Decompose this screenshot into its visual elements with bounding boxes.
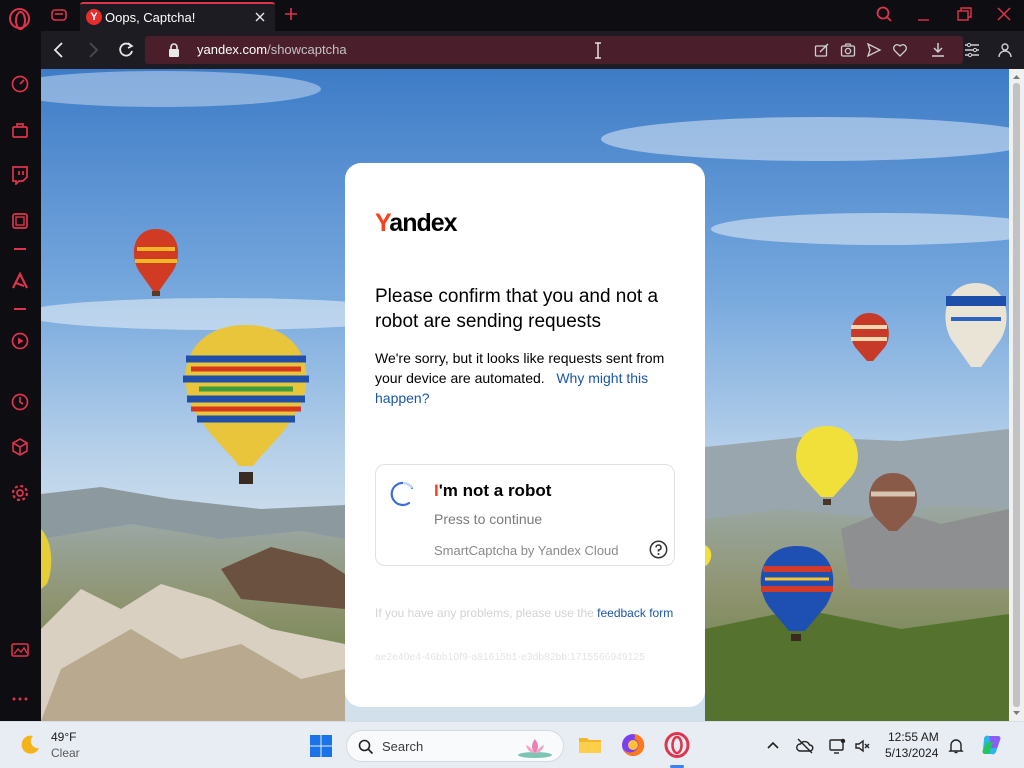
edit-icon[interactable] <box>814 42 830 58</box>
taskbar: 49°F Clear Search 12:55 AM 5/13/2024 <box>0 721 1024 768</box>
sidebar-separator <box>14 308 26 310</box>
feedback-form-link[interactable]: feedback form <box>597 606 673 620</box>
snapshot-icon[interactable] <box>840 42 856 58</box>
yandex-logo[interactable]: Yandex <box>375 209 458 238</box>
smartcaptcha-brand: SmartCaptcha by Yandex Cloud <box>434 543 619 558</box>
speed-dial-icon[interactable] <box>10 74 30 94</box>
lock-icon[interactable] <box>167 42 181 58</box>
page-scrollbar[interactable] <box>1009 69 1024 721</box>
download-icon[interactable] <box>929 41 947 59</box>
help-icon[interactable] <box>649 540 668 559</box>
sidebar-separator <box>14 248 26 250</box>
tab-islands-icon[interactable] <box>50 6 68 24</box>
player-icon[interactable] <box>10 331 30 351</box>
clock-time[interactable]: 12:55 AM <box>888 730 939 744</box>
new-tab-button[interactable] <box>282 5 300 23</box>
minimize-button[interactable] <box>913 5 935 25</box>
more-icon[interactable] <box>10 689 30 709</box>
easy-setup-icon[interactable] <box>963 41 981 59</box>
tab-search-icon[interactable] <box>873 5 895 25</box>
not-a-robot-label[interactable]: I'm not a robot <box>434 481 551 501</box>
back-button[interactable] <box>49 40 69 60</box>
url-field[interactable]: yandex.com/showcaptcha <box>145 36 963 64</box>
opera-menu-icon[interactable] <box>9 8 30 30</box>
address-bar: yandex.com/showcaptcha <box>41 31 1024 69</box>
opera-taskbar-icon[interactable] <box>664 732 690 758</box>
display-network-icon[interactable] <box>828 737 846 755</box>
reload-button[interactable] <box>116 40 136 60</box>
problem-text: If you have any problems, please use the… <box>375 606 674 620</box>
pinboard-icon[interactable] <box>10 640 30 660</box>
profile-icon[interactable] <box>996 41 1014 59</box>
tab-close-icon[interactable] <box>251 8 269 26</box>
heart-icon[interactable] <box>892 42 908 58</box>
shop-icon[interactable] <box>10 120 30 140</box>
captcha-description: We're sorry, but it looks like requests … <box>375 350 665 406</box>
volume-muted-icon[interactable] <box>853 737 871 755</box>
history-icon[interactable] <box>10 392 30 412</box>
lotus-search-highlight-icon <box>515 735 555 759</box>
extensions-icon[interactable] <box>10 437 30 457</box>
restore-button[interactable] <box>953 5 975 25</box>
weather-temperature[interactable]: 49°F <box>51 730 76 744</box>
settings-icon[interactable] <box>10 483 30 503</box>
not-a-robot-checkbox[interactable]: I'm not a robot Press to continue SmartC… <box>375 464 675 566</box>
press-to-continue-label: Press to continue <box>434 511 543 527</box>
loading-spinner-icon <box>390 481 416 507</box>
search-icon <box>358 739 374 755</box>
show-hidden-icons-chevron-icon[interactable] <box>764 737 782 755</box>
tab-bar: Y Oops, Captcha! <box>0 0 1024 31</box>
moon-weather-icon[interactable] <box>18 733 42 757</box>
windows-start-button[interactable] <box>309 734 333 758</box>
send-icon[interactable] <box>866 42 882 58</box>
text-cursor-icon <box>593 42 603 59</box>
tab-title: Oops, Captcha! <box>105 10 196 25</box>
taskbar-search-box[interactable]: Search <box>346 730 564 762</box>
url-text[interactable]: yandex.com/showcaptcha <box>197 42 347 57</box>
captcha-request-id: ae2e40e4-46bb10f9-a81615b1-e3db82bb:1715… <box>375 652 646 663</box>
weather-condition[interactable]: Clear <box>51 746 80 760</box>
scroll-thumb[interactable] <box>1013 83 1020 707</box>
close-window-button[interactable] <box>993 5 1015 25</box>
page-viewport: Yandex Please confirm that you and not a… <box>41 69 1009 721</box>
sidebar <box>0 31 41 721</box>
notification-bell-icon[interactable] <box>947 737 965 755</box>
copilot-icon[interactable] <box>980 733 1004 757</box>
tab-oops-captcha[interactable]: Y Oops, Captcha! <box>80 2 275 31</box>
aria-icon[interactable] <box>10 271 30 291</box>
captcha-heading: Please confirm that you and not a robot … <box>375 286 659 332</box>
search-placeholder: Search <box>382 739 424 754</box>
yandex-favicon-icon: Y <box>86 9 102 25</box>
onedrive-offline-icon[interactable] <box>796 737 814 755</box>
forward-button[interactable] <box>83 40 103 60</box>
file-explorer-icon[interactable] <box>577 732 603 758</box>
firefox-icon[interactable] <box>620 732 646 758</box>
captcha-card: Yandex Please confirm that you and not a… <box>345 163 705 707</box>
clock-date[interactable]: 5/13/2024 <box>885 746 938 760</box>
wallet-icon[interactable] <box>10 211 30 231</box>
twitch-icon[interactable] <box>10 165 30 187</box>
